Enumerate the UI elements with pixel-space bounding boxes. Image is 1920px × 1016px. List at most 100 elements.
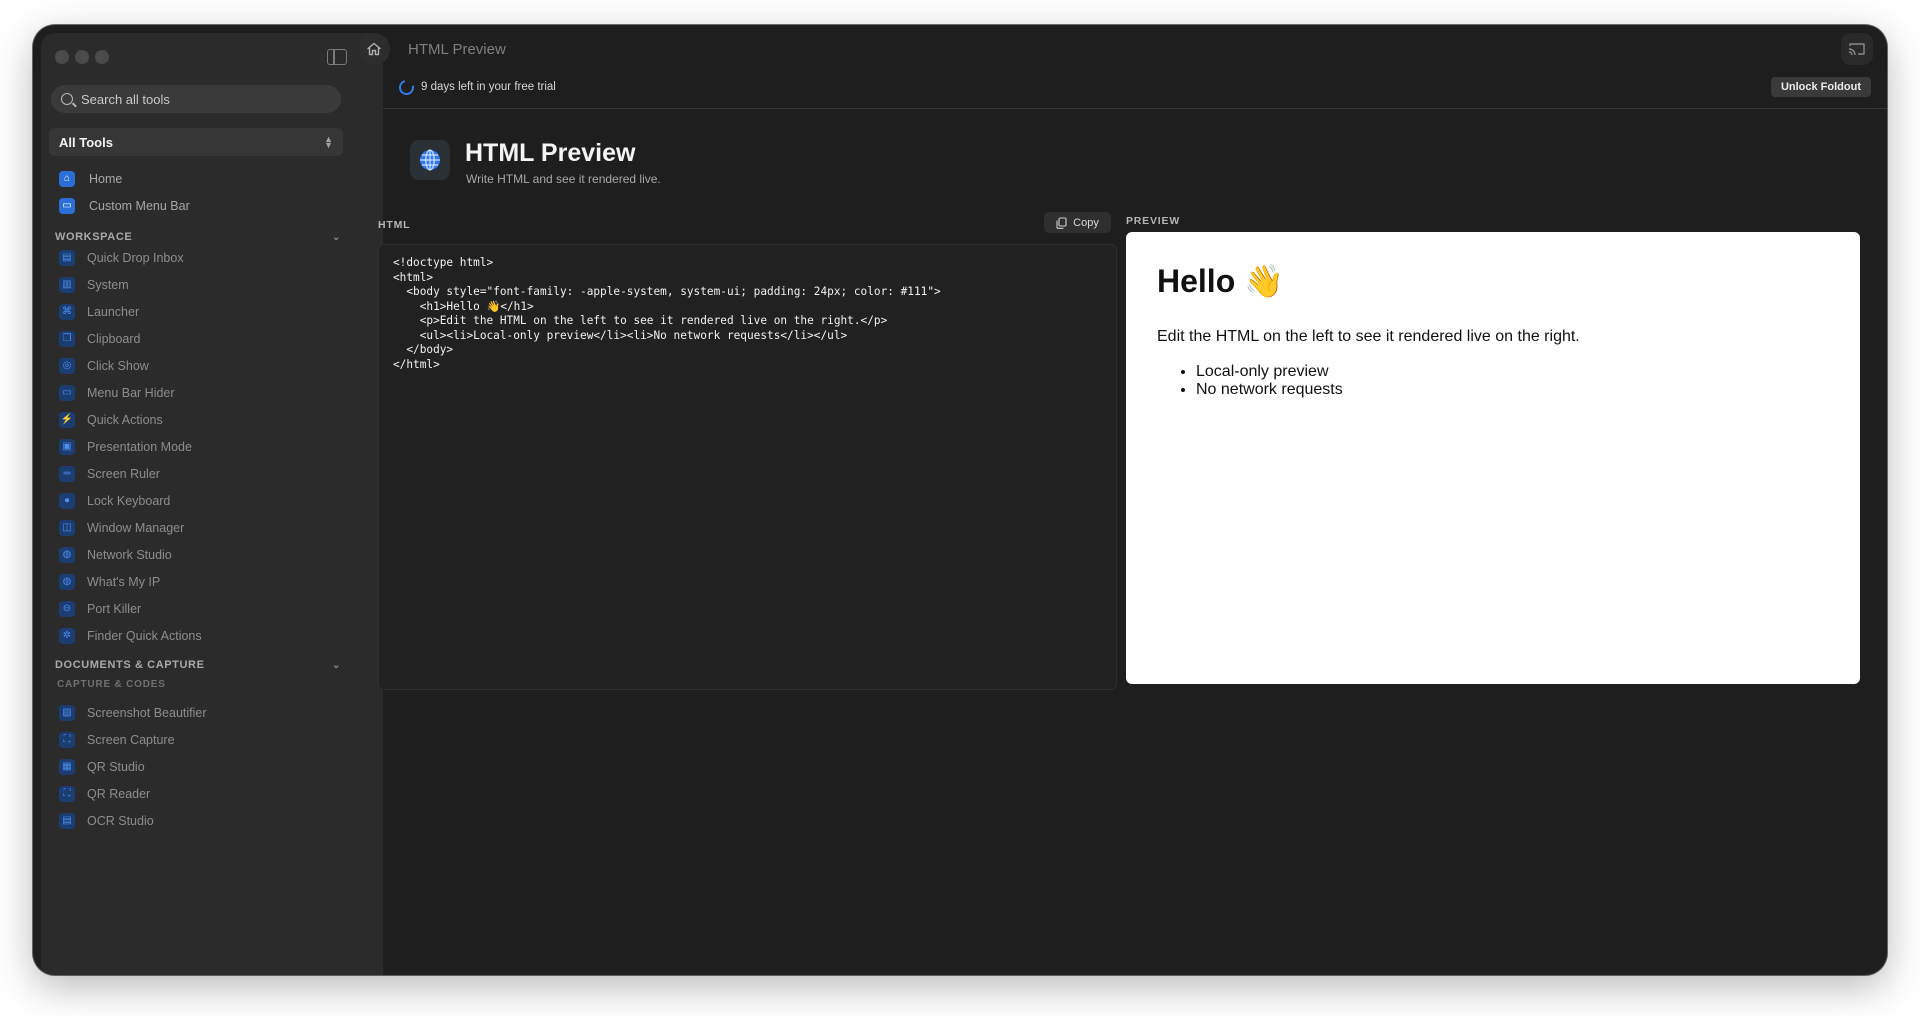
chevron-updown-icon: ▲ ▼ — [324, 134, 333, 150]
chevron-down-icon: ⌄ — [332, 659, 341, 671]
sidebar-item-whats-my-ip[interactable]: ◍ What's My IP — [59, 570, 160, 594]
sidebar-item-label: Launcher — [87, 305, 140, 319]
qr-icon: ▦ — [59, 759, 75, 775]
sidebar-item-ocr-studio[interactable]: ▤ OCR Studio — [59, 809, 154, 833]
page-subtitle: Write HTML and see it rendered live. — [466, 172, 661, 186]
zoom-window-button[interactable] — [95, 50, 109, 64]
sidebar-item-label: System — [87, 278, 129, 292]
sidebar-item-label: Network Studio — [87, 548, 172, 562]
sidebar-item-menu-bar-hider[interactable]: ▭ Menu Bar Hider — [59, 381, 175, 405]
sidebar-item-label: Clipboard — [87, 332, 141, 346]
click-icon: ◎ — [59, 358, 75, 374]
home-button[interactable] — [358, 33, 390, 65]
sidebar-item-screenshot-beautifier[interactable]: ▧ Screenshot Beautifier — [59, 701, 207, 725]
sidebar-item-custom-menu-bar[interactable]: ▭ Custom Menu Bar — [59, 194, 190, 218]
sidebar-item-label: OCR Studio — [87, 814, 154, 828]
screenshot-icon: ▧ — [59, 705, 75, 721]
sidebar-item-label: Port Killer — [87, 602, 142, 616]
html-code[interactable]: <!doctype html> <html> <body style="font… — [379, 245, 1116, 383]
sidebar-item-quick-actions[interactable]: ⚡ Quick Actions — [59, 408, 163, 432]
trial-banner: 9 days left in your free trial Unlock Fo… — [383, 69, 1887, 109]
sidebar-item-label: Lock Keyboard — [87, 494, 171, 508]
qr-scan-icon: ⛶ — [59, 786, 75, 802]
sidebar-item-port-killer[interactable]: ⊖ Port Killer — [59, 597, 141, 621]
sidebar-item-label: Quick Actions — [87, 413, 163, 427]
section-header-workspace[interactable]: WORKSPACE ⌄ — [55, 229, 345, 245]
html-editor[interactable]: <!doctype html> <html> <body style="font… — [378, 244, 1117, 690]
windows-icon: ◫ — [59, 520, 75, 536]
sidebar-item-label: Finder Quick Actions — [87, 629, 202, 643]
sidebar-item-label: Home — [89, 172, 123, 186]
app-window: Search all tools All Tools ▲ ▼ ⌂ Home ▭ C… — [33, 25, 1887, 975]
gear-icon: ✲ — [59, 628, 75, 644]
house-icon — [367, 42, 381, 56]
sidebar-item-screen-ruler[interactable]: ═ Screen Ruler — [59, 462, 160, 486]
sidebar-item-label: QR Reader — [87, 787, 151, 801]
globe-icon: ◍ — [59, 574, 75, 590]
sidebar-item-label: QR Studio — [87, 760, 145, 774]
chart-icon: ▥ — [59, 277, 75, 293]
sidebar-item-click-show[interactable]: ◎ Click Show — [59, 354, 149, 378]
sidebar-item-qr-studio[interactable]: ▦ QR Studio — [59, 755, 145, 779]
preview-list-item: No network requests — [1196, 381, 1343, 399]
sidebar-item-label: Screen Ruler — [87, 467, 160, 481]
command-icon: ⌘ — [59, 304, 75, 320]
sidebar-item-home[interactable]: ⌂ Home — [59, 167, 122, 191]
tool-icon — [410, 140, 450, 180]
sidebar-item-lock-keyboard[interactable]: ● Lock Keyboard — [59, 489, 170, 513]
close-window-button[interactable] — [55, 50, 69, 64]
preview-paragraph: Edit the HTML on the left to see it rend… — [1157, 328, 1580, 345]
sidebar-item-launcher[interactable]: ⌘ Launcher — [59, 300, 139, 324]
sidebar-item-quick-drop-inbox[interactable]: ▤ Quick Drop Inbox — [59, 246, 184, 270]
ocr-icon: ▤ — [59, 813, 75, 829]
section-title: WORKSPACE — [55, 231, 133, 243]
tool-scope-select[interactable]: All Tools ▲ ▼ — [49, 128, 343, 156]
sidebar-item-label: Screenshot Beautifier — [87, 706, 207, 720]
sidebar-item-screen-capture[interactable]: ⛶ Screen Capture — [59, 728, 175, 752]
port-icon: ⊖ — [59, 601, 75, 617]
sidebar-item-presentation-mode[interactable]: ▣ Presentation Mode — [59, 435, 192, 459]
section-title: DOCUMENTS & CAPTURE — [55, 659, 205, 671]
copy-button-label: Copy — [1073, 216, 1099, 229]
presentation-icon: ▣ — [59, 439, 75, 455]
sidebar-item-label: Menu Bar Hider — [87, 386, 175, 400]
section-header-documents-capture[interactable]: DOCUMENTS & CAPTURE ⌄ — [55, 657, 345, 673]
capture-icon: ⛶ — [59, 732, 75, 748]
cast-icon — [1848, 43, 1865, 56]
copy-button[interactable]: Copy — [1044, 212, 1111, 233]
html-pane-label: HTML — [378, 219, 411, 231]
sidebar-item-window-manager[interactable]: ◫ Window Manager — [59, 516, 184, 540]
globe-icon: ◍ — [59, 547, 75, 563]
sidebar: Search all tools All Tools ▲ ▼ ⌂ Home ▭ C… — [41, 33, 383, 975]
lock-icon: ● — [59, 493, 75, 509]
clipboard-icon: ❐ — [59, 331, 75, 347]
sidebar-item-label: Window Manager — [87, 521, 185, 535]
search-placeholder: Search all tools — [81, 91, 170, 107]
menubar-icon: ▭ — [59, 198, 75, 214]
minimize-window-button[interactable] — [75, 50, 89, 64]
bolt-icon: ⚡ — [59, 412, 75, 428]
window-title: HTML Preview — [408, 41, 506, 58]
house-icon: ⌂ — [59, 171, 75, 187]
sidebar-item-clipboard[interactable]: ❐ Clipboard — [59, 327, 141, 351]
window-icon: ▭ — [59, 385, 75, 401]
sidebar-toggle-icon[interactable] — [327, 49, 347, 65]
trial-text: 9 days left in your free trial — [421, 81, 556, 93]
preview-pane-label: PREVIEW — [1126, 215, 1181, 227]
sidebar-item-label: Screen Capture — [87, 733, 175, 747]
inbox-icon: ▤ — [59, 250, 75, 266]
tool-scope-value: All Tools — [59, 134, 113, 150]
unlock-button[interactable]: Unlock Foldout — [1770, 77, 1871, 97]
preview-list: Local-only preview No network requests — [1157, 363, 1343, 399]
sidebar-item-system[interactable]: ▥ System — [59, 273, 129, 297]
ruler-icon: ═ — [59, 466, 75, 482]
sidebar-item-label: Custom Menu Bar — [89, 199, 190, 213]
copy-icon — [1056, 216, 1067, 229]
cast-button[interactable] — [1841, 33, 1873, 65]
sidebar-item-qr-reader[interactable]: ⛶ QR Reader — [59, 782, 150, 806]
sidebar-item-label: Quick Drop Inbox — [87, 251, 184, 265]
search-input[interactable]: Search all tools — [51, 85, 341, 113]
sidebar-item-network-studio[interactable]: ◍ Network Studio — [59, 543, 172, 567]
subsection-title: CAPTURE & CODES — [57, 679, 166, 690]
sidebar-item-finder-quick-actions[interactable]: ✲ Finder Quick Actions — [59, 624, 202, 648]
